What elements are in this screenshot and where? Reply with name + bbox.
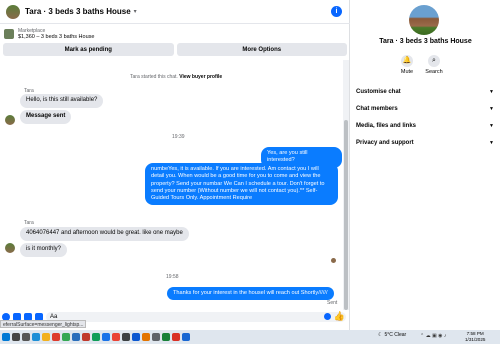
section-chat-members[interactable]: Chat members ▼ [356, 103, 494, 115]
avatar[interactable] [6, 4, 20, 19]
panel-title: Tara · 3 beds 3 baths House [379, 38, 472, 45]
timestamp: 19:39 [172, 134, 185, 140]
app-icon[interactable] [162, 333, 170, 341]
app-icon[interactable] [72, 333, 80, 341]
chrome-icon[interactable] [62, 333, 70, 341]
app-icon[interactable] [112, 333, 120, 341]
timestamp: 19:58 [166, 274, 179, 280]
taskbar: ☾ 5°C Clear ⌃ ☁ ▣ ◉ ♪ 7:58 PM 1/31/2025 [0, 330, 500, 344]
message-list: Tara started this chat. View buyer profi… [0, 60, 342, 310]
mute-button[interactable]: 🔔 Mute [395, 55, 419, 75]
incoming-message[interactable]: Message sent [20, 110, 72, 124]
app-icon[interactable] [182, 333, 190, 341]
chat-title[interactable]: Tara · 3 beds 3 baths House [25, 7, 131, 16]
chat-header: Tara · 3 beds 3 baths House ▾ i [0, 0, 350, 24]
more-options-button[interactable]: More Options [176, 43, 347, 56]
mark-pending-button[interactable]: Mark as pending [3, 43, 174, 56]
app-icon[interactable] [152, 333, 160, 341]
listing-actions: Mark as pending More Options [3, 43, 347, 56]
system-tray[interactable]: ⌃ ☁ ▣ ◉ ♪ [420, 333, 446, 339]
app-icon[interactable] [122, 333, 130, 341]
scrollbar-thumb[interactable] [344, 120, 348, 310]
bell-icon: 🔔 [401, 55, 413, 67]
app-icon[interactable] [82, 333, 90, 341]
app-icon[interactable] [132, 333, 140, 341]
thumbs-up-icon[interactable]: 👍 [334, 311, 345, 322]
app-icon[interactable] [102, 333, 110, 341]
task-view-icon[interactable] [22, 333, 30, 341]
incoming-message[interactable]: is it monthly? [20, 243, 68, 257]
status-bar-url: eferralSurface=messenger_lightsp... [0, 320, 87, 328]
listing-thumbnail [4, 29, 14, 39]
incoming-message[interactable]: 4064076447 and afternoon would be great.… [20, 227, 189, 241]
chevron-down-icon: ▼ [489, 140, 494, 146]
file-explorer-icon[interactable] [42, 333, 50, 341]
app-icon[interactable] [142, 333, 150, 341]
sent-status: Sent [327, 300, 338, 306]
incoming-message[interactable]: Hello, is this still available? [20, 94, 104, 108]
listing-price: $1,360 – 3 beds 3 baths House [18, 34, 95, 40]
view-profile-link[interactable]: View buyer profile [179, 74, 222, 80]
search-button[interactable]: ⌕ Search [422, 55, 446, 75]
search-icon[interactable] [12, 333, 20, 341]
edge-icon[interactable] [32, 333, 40, 341]
sender-name: Tara [24, 220, 34, 226]
section-media-files-links[interactable]: Media, files and links ▼ [356, 120, 494, 132]
weather-widget[interactable]: ☾ 5°C Clear [378, 332, 406, 338]
moon-icon: ☾ [378, 332, 383, 338]
emoji-icon[interactable] [324, 313, 331, 320]
seen-avatar [331, 258, 336, 263]
start-icon[interactable] [2, 333, 10, 341]
section-privacy-support[interactable]: Privacy and support ▼ [356, 137, 494, 149]
listing-text: Marketplace $1,360 – 3 beds 3 baths Hous… [18, 28, 94, 40]
app-icon[interactable] [172, 333, 180, 341]
avatar[interactable] [409, 5, 439, 35]
scrollbar[interactable] [343, 60, 349, 310]
app-icon[interactable] [92, 333, 100, 341]
search-icon: ⌕ [428, 55, 440, 67]
avatar[interactable] [5, 115, 15, 125]
chat-info-panel: Tara · 3 beds 3 baths House 🔔 Mute ⌕ Sea… [351, 0, 500, 330]
outgoing-message[interactable]: numbeYes, it is available. If you are in… [145, 163, 338, 206]
message-input[interactable]: Aa [46, 312, 346, 322]
chevron-down-icon: ▼ [489, 123, 494, 129]
chat-started-notice: Tara started this chat. View buyer profi… [130, 74, 223, 80]
clock[interactable]: 7:58 PM 1/31/2025 [465, 331, 485, 342]
chat-window: Tara · 3 beds 3 baths House ▾ i Marketpl… [0, 0, 350, 330]
avatar[interactable] [5, 243, 15, 253]
chevron-down-icon: ▼ [489, 106, 494, 112]
outgoing-message[interactable]: Thanks for your interest in the housel w… [167, 287, 334, 301]
listing-banner[interactable]: Marketplace $1,360 – 3 beds 3 baths Hous… [0, 25, 350, 43]
info-icon[interactable]: i [331, 6, 342, 17]
app-icon[interactable] [52, 333, 60, 341]
screen: Tara · 3 beds 3 baths House ▾ i Marketpl… [0, 0, 500, 344]
chevron-down-icon[interactable]: ▾ [134, 8, 137, 15]
chevron-down-icon: ▼ [489, 89, 494, 95]
section-customise-chat[interactable]: Customise chat ▼ [356, 86, 494, 98]
